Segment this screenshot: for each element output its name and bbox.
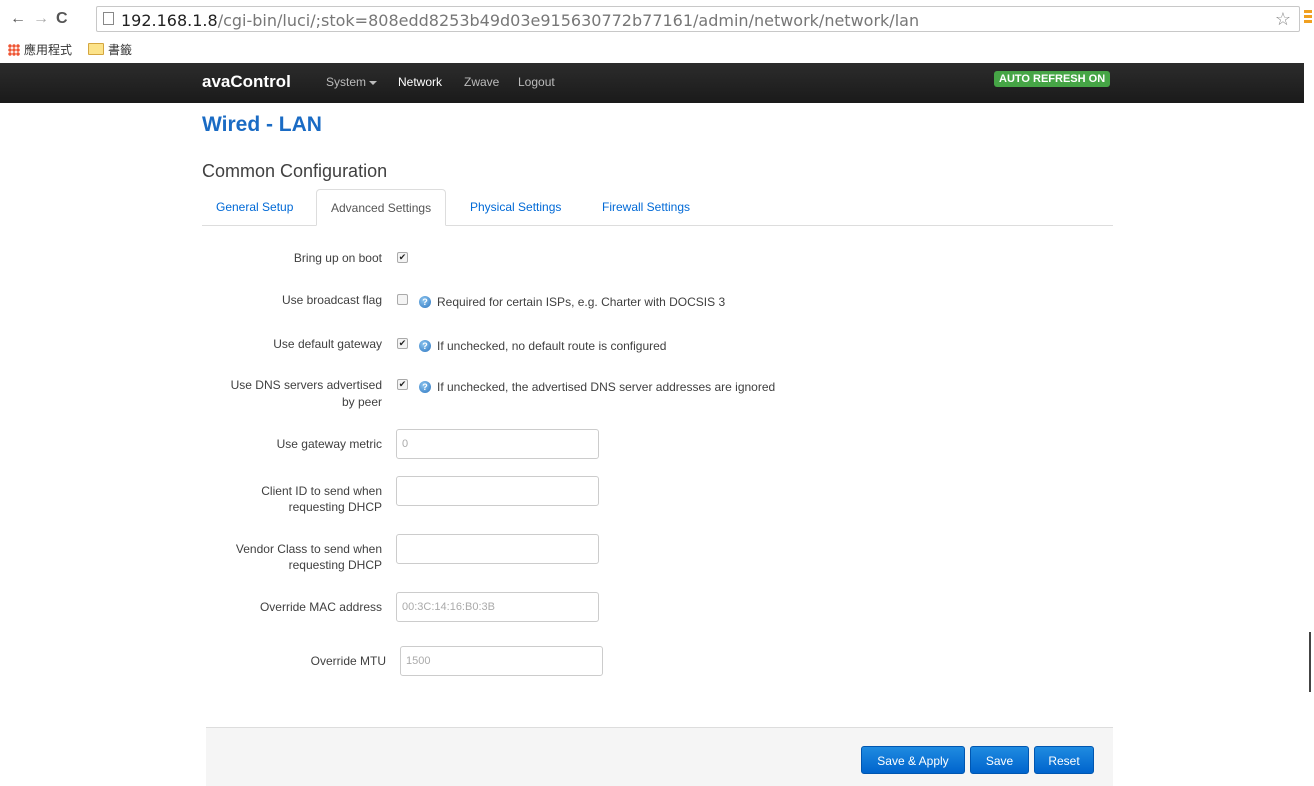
default-gateway-checkbox[interactable]: ✔: [397, 338, 408, 349]
bring-up-on-boot-checkbox[interactable]: ✔: [397, 252, 408, 263]
folder-icon: [88, 43, 104, 55]
back-arrow-icon[interactable]: ←: [10, 10, 26, 28]
help-icon: ?: [419, 381, 431, 393]
url-text[interactable]: 192.168.1.8/cgi-bin/luci/;stok=808edd825…: [121, 11, 919, 30]
brand-logo[interactable]: avaControl: [202, 72, 291, 92]
url-host: 192.168.1.8: [121, 11, 218, 30]
browser-chrome: ← → C 192.168.1.8/cgi-bin/luci/;stok=808…: [0, 0, 1314, 63]
bookmark-star-icon[interactable]: ☆: [1275, 9, 1291, 30]
field-label: Use broadcast flag: [281, 293, 382, 307]
help-text: Required for certain ISPs, e.g. Charter …: [437, 295, 726, 309]
bookmarks-bar: 應用程式 書籤: [0, 38, 1314, 60]
help-icon: ?: [419, 340, 431, 352]
scrollbar[interactable]: [1309, 632, 1311, 692]
forward-arrow-icon[interactable]: →: [33, 10, 49, 28]
vendor-class-input[interactable]: [396, 534, 599, 564]
tab-firewall-settings[interactable]: Firewall Settings: [588, 189, 704, 225]
help-text: If unchecked, the advertised DNS server …: [437, 380, 776, 394]
save-apply-button[interactable]: Save & Apply: [861, 746, 965, 774]
auto-refresh-badge[interactable]: AUTO REFRESH ON: [994, 71, 1111, 87]
field-label: Use default gateway: [273, 337, 382, 351]
url-bar[interactable]: 192.168.1.8/cgi-bin/luci/;stok=808edd825…: [96, 6, 1300, 32]
reload-icon[interactable]: C: [56, 10, 68, 28]
bookmark-apps-label: 應用程式: [24, 43, 73, 57]
help-icon: ?: [419, 296, 431, 308]
override-mtu-input[interactable]: [400, 646, 603, 676]
bookmark-folder-label: 書籤: [108, 43, 133, 57]
caret-down-icon: [369, 80, 378, 85]
field-label: Override MTU: [310, 654, 386, 668]
browser-menu-icon[interactable]: [1304, 10, 1312, 28]
field-label-line2: requesting DHCP: [288, 558, 382, 572]
page-title: Wired - LAN: [202, 113, 322, 136]
field-label: Override MAC address: [259, 600, 382, 614]
field-label: Bring up on boot: [293, 251, 382, 265]
tab-physical-settings[interactable]: Physical Settings: [456, 189, 575, 225]
broadcast-flag-checkbox[interactable]: [397, 294, 408, 305]
bookmark-folder[interactable]: 書籤: [88, 41, 132, 58]
nav-item-system-label: System: [326, 75, 367, 89]
nav-item-zwave[interactable]: Zwave: [464, 75, 499, 89]
field-label-line1: Vendor Class to send when: [235, 542, 382, 556]
field-label: Use gateway metric: [276, 437, 382, 451]
save-button[interactable]: Save: [970, 746, 1029, 774]
gateway-metric-input[interactable]: [396, 429, 599, 459]
help-text: If unchecked, no default route is config…: [437, 339, 667, 353]
section-title: Common Configuration: [202, 161, 388, 181]
page-icon: [103, 12, 114, 25]
tab-general-setup[interactable]: General Setup: [202, 189, 307, 225]
nav-item-logout[interactable]: Logout: [518, 75, 555, 89]
field-label-line1: Client ID to send when: [261, 484, 382, 498]
client-id-input[interactable]: [396, 476, 599, 506]
url-path: /cgi-bin/luci/;stok=808edd8253b49d03e915…: [217, 11, 920, 30]
peer-dns-checkbox[interactable]: ✔: [397, 379, 408, 390]
address-row: ← → C 192.168.1.8/cgi-bin/luci/;stok=808…: [0, 0, 1314, 38]
tab-bar: General Setup Advanced Settings Physical…: [202, 189, 1113, 226]
field-label-line2: by peer: [341, 395, 382, 409]
override-mac-input[interactable]: [396, 592, 599, 622]
top-navbar: avaControl System Network Zwave Logout A…: [0, 63, 1304, 103]
apps-grid-icon: [8, 44, 20, 56]
nav-item-system[interactable]: System: [326, 75, 378, 89]
tab-advanced-settings[interactable]: Advanced Settings: [316, 189, 447, 226]
form-actions: Save & Apply Save Reset: [206, 727, 1113, 786]
bookmark-apps[interactable]: 應用程式: [8, 41, 72, 58]
nav-item-network[interactable]: Network: [398, 75, 442, 89]
field-label-line1: Use DNS servers advertised: [230, 378, 382, 392]
field-label-line2: requesting DHCP: [288, 500, 382, 514]
reset-button[interactable]: Reset: [1034, 746, 1094, 774]
